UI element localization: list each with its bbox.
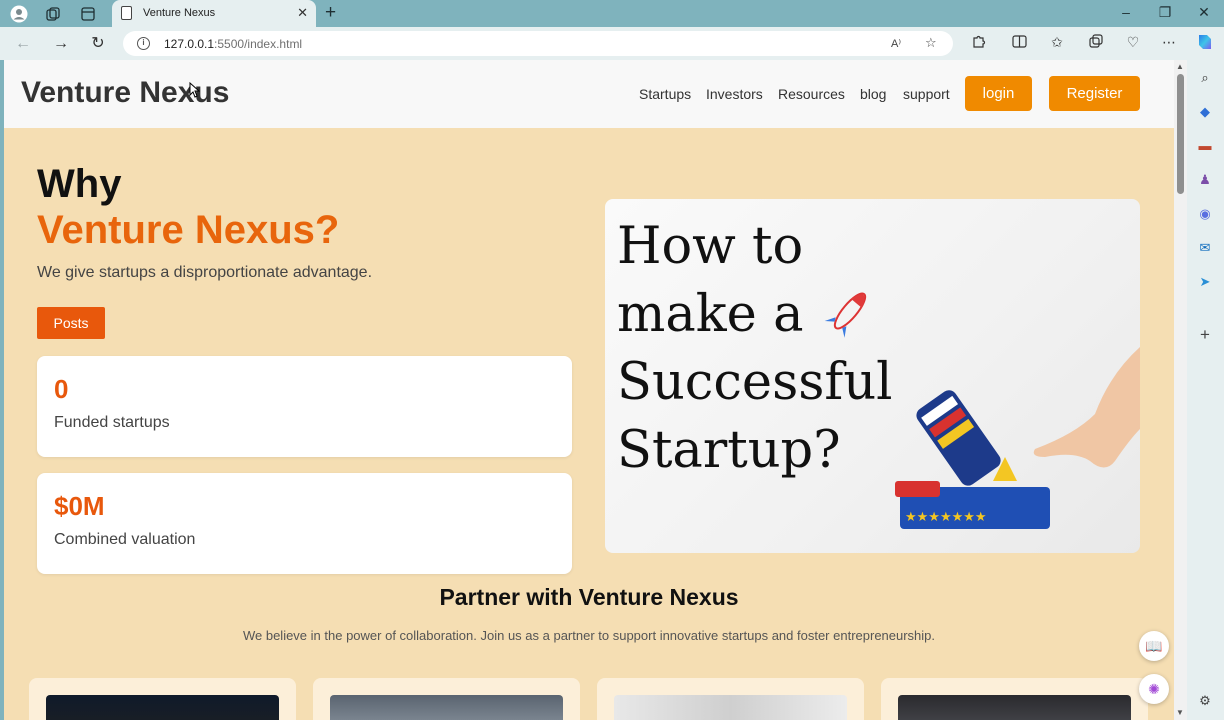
browser-tab-bar: Venture Nexus ✕ + – ❐ ✕ (0, 0, 1224, 27)
svg-text:★★★★★★★: ★★★★★★★ (905, 510, 987, 525)
url-text[interactable]: 127.0.0.1:5500/index.html (164, 37, 302, 51)
games-icon[interactable]: ♟ (1196, 171, 1214, 189)
hero-heading-line1: Why (37, 162, 122, 206)
partner-image (46, 695, 279, 720)
tab-title: Venture Nexus (143, 7, 216, 19)
stat-label: Funded startups (54, 414, 170, 431)
cursor-icon (189, 82, 200, 98)
read-aloud-icon[interactable]: A⁾ (891, 37, 901, 50)
stat-value: $0M (54, 491, 105, 521)
scroll-down-icon[interactable]: ▼ (1176, 708, 1184, 717)
browser-toolbar: ← → ↻ i 127.0.0.1:5500/index.html A⁾ ☆ ✩… (0, 27, 1224, 60)
rocket-cannon-graphic: ★★★★★★★ (824, 292, 1140, 529)
hero-tagline: We give startups a disproportionate adva… (37, 264, 373, 281)
star-icon[interactable]: ☆ (925, 35, 937, 51)
partner-card[interactable] (29, 678, 296, 720)
copilot-icon[interactable] (1195, 32, 1215, 55)
info-icon[interactable]: i (137, 37, 150, 50)
partner-heading: Partner with Venture Nexus (439, 584, 739, 610)
partner-card[interactable] (881, 678, 1148, 720)
plus-icon[interactable]: + (325, 2, 336, 24)
favorites-icon[interactable]: ✩ (1047, 34, 1067, 51)
minimize-icon[interactable]: – (1116, 4, 1136, 20)
search-icon[interactable]: ⌕ (1196, 69, 1214, 87)
scroll-up-icon[interactable]: ▲ (1176, 62, 1184, 71)
split-screen-icon[interactable] (1009, 34, 1029, 52)
nav-resources[interactable]: Resources (778, 86, 845, 102)
page-viewport: Venture Nexus Startups Investors Resourc… (4, 60, 1174, 720)
partner-card[interactable] (313, 678, 580, 720)
restore-icon[interactable]: ❐ (1155, 4, 1175, 21)
workspaces-icon[interactable] (43, 4, 63, 24)
page-scrollbar[interactable]: ▲ ▼ (1174, 60, 1187, 720)
hero-illustration: How to make a Successful Startup? ★★★★★★… (605, 199, 1140, 553)
heart-pulse-icon[interactable]: ♡ (1123, 34, 1143, 51)
nav-support[interactable]: support (903, 86, 950, 102)
send-icon[interactable]: ➤ (1196, 273, 1214, 291)
back-arrow-icon[interactable]: ← (12, 33, 34, 55)
scroll-thumb[interactable] (1177, 74, 1184, 194)
login-button[interactable]: login (965, 76, 1032, 111)
stat-value: 0 (54, 374, 69, 404)
brain-icon[interactable]: ✺ (1139, 674, 1169, 704)
add-sidebar-icon[interactable]: + (1196, 326, 1214, 344)
register-button[interactable]: Register (1049, 76, 1140, 111)
stat-label: Combined valuation (54, 531, 196, 548)
stat-card-valuation: $0M Combined valuation (37, 473, 572, 574)
close-icon[interactable]: ✕ (297, 5, 308, 21)
rocket-icon (824, 292, 867, 338)
url-path: :5500/index.html (214, 37, 303, 51)
browser-sidebar: ⌕ ◆ ▬ ♟ ◉ ✉ ➤ + ⚙ (1187, 60, 1224, 720)
settings-icon[interactable]: ⚙ (1196, 692, 1214, 710)
url-host: 127.0.0.1 (164, 37, 215, 51)
tools-icon[interactable]: ▬ (1196, 137, 1214, 155)
more-icon[interactable]: ⋯ (1159, 34, 1179, 51)
microsoft-365-icon[interactable]: ◉ (1196, 205, 1214, 223)
page-icon (121, 6, 132, 20)
nav-startups[interactable]: Startups (639, 86, 691, 102)
partner-image (898, 695, 1131, 720)
collections-icon[interactable] (1085, 34, 1105, 52)
partner-image (330, 695, 563, 720)
site-header: Venture Nexus Startups Investors Resourc… (4, 60, 1174, 128)
hero-heading-line2: Venture Nexus? (37, 208, 340, 252)
window-close-icon[interactable]: ✕ (1194, 4, 1214, 21)
stat-card-funded: 0 Funded startups (37, 356, 572, 457)
nav-blog[interactable]: blog (860, 86, 886, 102)
partner-card[interactable] (597, 678, 864, 720)
partner-image (614, 695, 847, 720)
tab-venture-nexus[interactable]: Venture Nexus ✕ (112, 0, 316, 27)
outlook-icon[interactable]: ✉ (1196, 239, 1214, 257)
shopping-tag-icon[interactable]: ◆ (1196, 103, 1214, 121)
puzzle-icon[interactable] (968, 34, 988, 52)
tab-actions-icon[interactable] (78, 4, 98, 24)
partner-subtitle: We believe in the power of collaboration… (242, 628, 936, 643)
forward-arrow-icon[interactable]: → (50, 33, 72, 55)
nav-investors[interactable]: Investors (706, 86, 763, 102)
address-bar[interactable]: i 127.0.0.1:5500/index.html A⁾ ☆ (123, 31, 953, 56)
refresh-icon[interactable]: ↻ (87, 33, 109, 55)
profile-icon[interactable] (9, 4, 29, 24)
immersive-reader-icon[interactable]: 📖 (1139, 631, 1169, 661)
posts-button[interactable]: Posts (37, 307, 105, 339)
